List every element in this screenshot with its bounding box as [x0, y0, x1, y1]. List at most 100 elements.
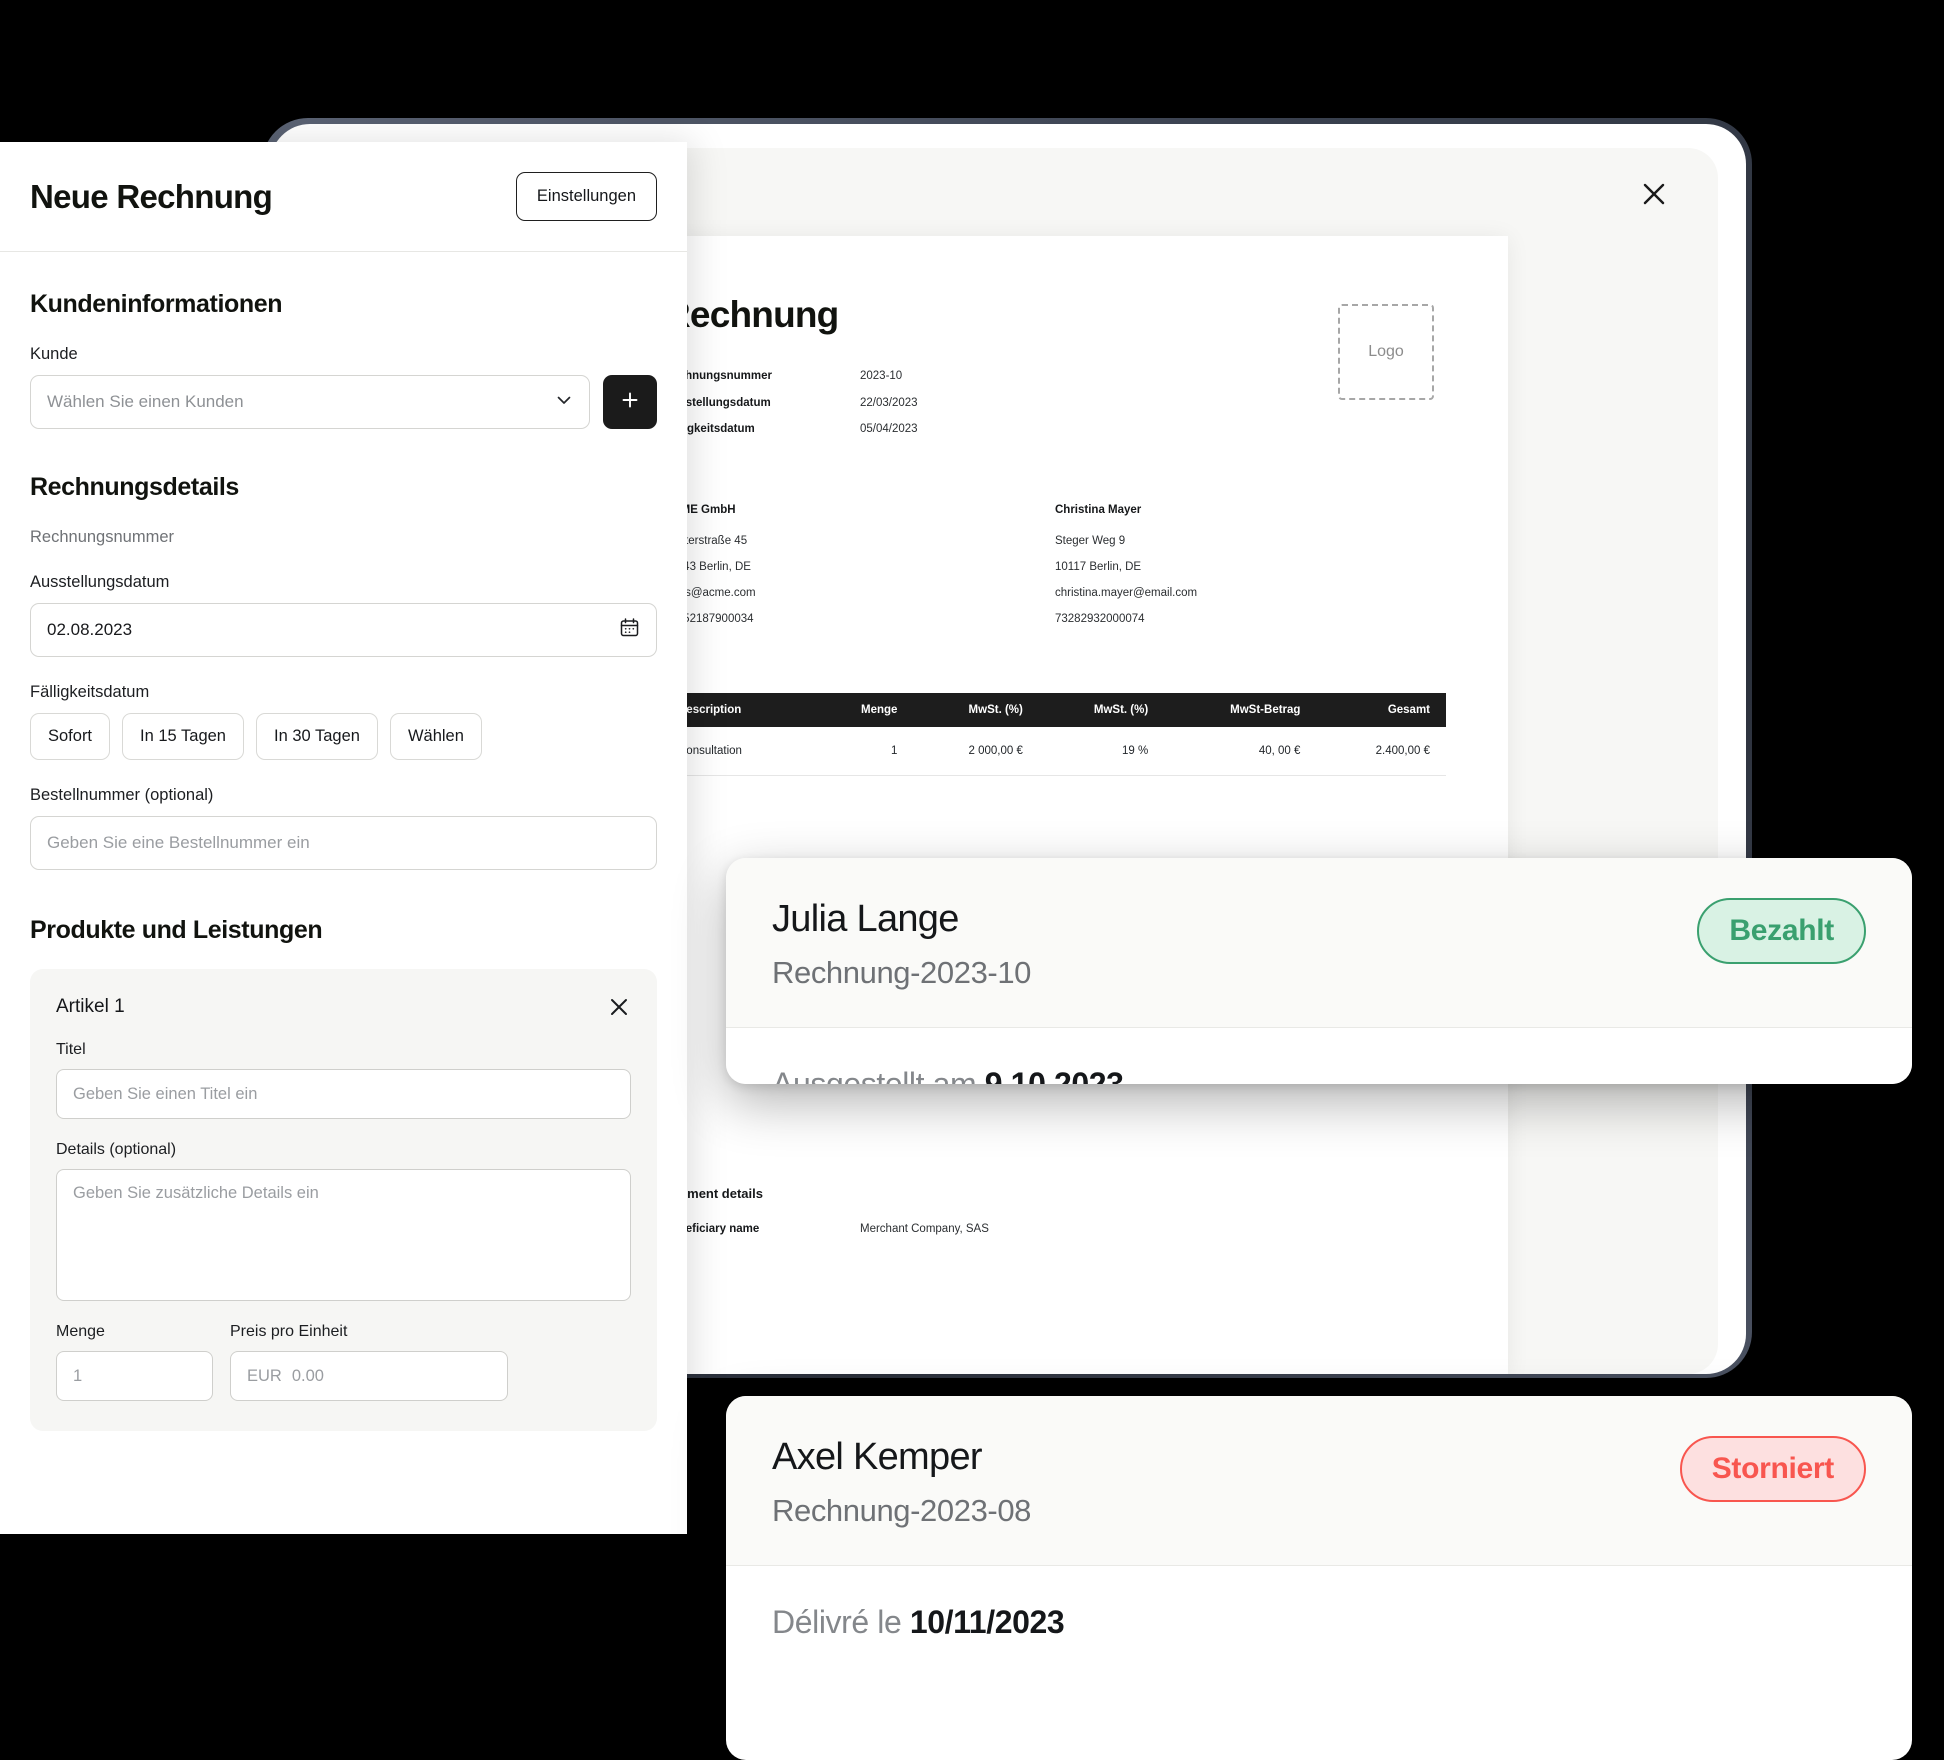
invoice-due-date-value: 05/04/2023: [860, 423, 918, 436]
sender-name: ACME GmbH: [664, 503, 736, 516]
settings-button[interactable]: Einstellungen: [515, 172, 657, 221]
order-number-placeholder: Geben Sie eine Bestellnummer ein: [47, 833, 310, 852]
plus-icon: [620, 390, 640, 415]
section-title-invoice-details: Rechnungsdetails: [30, 473, 239, 501]
unit-price-placeholder: 0.00: [291, 1366, 324, 1385]
invoice-number-value: 2023-10: [860, 370, 903, 382]
item-details-label: Details (optional): [56, 1141, 177, 1158]
sender-taxid: 36252187900034: [664, 612, 754, 625]
invoice-document: Rechnung Rechnungsnummer 2023-10 Ausstel…: [602, 236, 1508, 1374]
item-title-input[interactable]: Geben Sie einen Titel ein: [56, 1069, 631, 1119]
card-header: Julia Lange Rechnung-2023-10 Bezahlt: [726, 858, 1912, 1028]
unit-price-currency: EUR: [247, 1366, 282, 1385]
invoice-header: Rechnung Rechnungsnummer 2023-10 Ausstel…: [664, 294, 1446, 450]
customer-select-value: Wählen Sie einen Kunden: [47, 392, 244, 411]
chevron-down-icon: [555, 391, 573, 414]
invoice-reference: Rechnung-2023-08: [772, 1493, 1032, 1528]
card-header: Axel Kemper Rechnung-2023-08 Storniert: [726, 1396, 1912, 1566]
invoice-due-date-label: Fälligkeitsdatum: [664, 423, 755, 436]
due-date-option-sofort[interactable]: Sofort: [30, 713, 111, 760]
item-details-placeholder: Geben Sie zusätzliche Details ein: [73, 1184, 319, 1202]
table-header-row: Description Menge MwSt. (%) MwSt. (%) Mw…: [664, 692, 1446, 727]
recipient-email: christina.mayer@email.com: [1055, 586, 1198, 599]
invoice-reference: Rechnung-2023-10: [772, 955, 1032, 990]
cell-unitprice: 2 000,00 €: [907, 726, 1033, 776]
quantity-field: Menge 1: [56, 1323, 213, 1401]
col-vat-rate: MwSt. (%): [1032, 692, 1159, 727]
unit-price-input[interactable]: EUR 0.00: [230, 1351, 508, 1401]
line-item-title: Artikel 1: [56, 996, 125, 1017]
item-details-textarea[interactable]: Geben Sie zusätzliche Details ein: [56, 1169, 631, 1301]
unit-price-field: Preis pro Einheit EUR 0.00: [230, 1323, 508, 1401]
sender-email: sales@acme.com: [664, 586, 756, 599]
quantity-price-row: Menge 1 Preis pro Einheit EUR 0.00: [56, 1323, 631, 1401]
card-identity: Axel Kemper Rechnung-2023-08: [772, 1436, 1031, 1529]
invoice-line-items-table: Description Menge MwSt. (%) MwSt. (%) Mw…: [664, 692, 1446, 776]
invoice-number-label: Rechnungsnummer: [664, 370, 772, 382]
issue-date-input[interactable]: 02.08.2023: [30, 603, 657, 657]
close-icon[interactable]: [607, 995, 631, 1019]
issued-date-value: 10/11/2023: [909, 1604, 1065, 1640]
customer-name: Axel Kemper: [772, 1436, 983, 1478]
cell-quantity: 1: [812, 726, 908, 776]
sender-street: Lichterstraße 45: [664, 534, 748, 547]
invoice-meta-row: Fälligkeitsdatum 05/04/2023: [664, 423, 918, 436]
form-header: Neue Rechnung Einstellungen: [0, 142, 687, 252]
due-date-options: Sofort In 15 Tagen In 30 Tagen Wählen: [30, 713, 657, 760]
invoice-meta-row: Ausstellungsdatum 22/03/2023: [664, 397, 918, 410]
customer-name: Julia Lange: [772, 898, 959, 940]
issue-date-value: 02.08.2023: [47, 620, 133, 639]
sender-address: ACME GmbH Lichterstraße 45 10243 Berlin,…: [664, 504, 1055, 639]
invoice-summary-card[interactable]: Axel Kemper Rechnung-2023-08 Storniert D…: [726, 1396, 1912, 1760]
invoice-issue-date-label: Ausstellungsdatum: [664, 396, 771, 409]
issued-date-row: Ausgestellt am 9.10.2023: [772, 1066, 1866, 1084]
col-vat-amount: MwSt-Betrag: [1158, 692, 1311, 727]
customer-select-row: Wählen Sie einen Kunden: [30, 375, 657, 429]
invoice-meta: Rechnungsnummer 2023-10 Ausstellungsdatu…: [664, 370, 918, 436]
quantity-label: Menge: [56, 1323, 105, 1340]
line-item-header: Artikel 1: [56, 995, 631, 1019]
issued-date-value: 9.10.2023: [984, 1066, 1124, 1084]
due-date-option-15-days[interactable]: In 15 Tagen: [122, 713, 244, 760]
col-unitprice: MwSt. (%): [907, 692, 1033, 727]
status-badge: Bezahlt: [1697, 898, 1866, 964]
item-title-placeholder: Geben Sie einen Titel ein: [73, 1084, 258, 1103]
issued-date-row: Délivré le 10/11/2023: [772, 1604, 1866, 1641]
invoice-summary-card[interactable]: Julia Lange Rechnung-2023-10 Bezahlt Aus…: [726, 858, 1912, 1084]
customer-select[interactable]: Wählen Sie einen Kunden: [30, 375, 590, 429]
item-title-label: Titel: [56, 1041, 86, 1058]
cell-vat-amount: 40, 00 €: [1158, 726, 1311, 776]
beneficiary-name-value: Merchant Company, SAS: [860, 1222, 989, 1235]
invoice-title: Rechnung: [664, 294, 839, 335]
quantity-input[interactable]: 1: [56, 1351, 213, 1401]
issue-date-label: Ausstellungsdatum: [30, 573, 170, 591]
unit-price-label: Preis pro Einheit: [230, 1323, 348, 1340]
order-number-input[interactable]: Geben Sie eine Bestellnummer ein: [30, 816, 657, 870]
logo-placeholder[interactable]: Logo: [1338, 304, 1434, 400]
recipient-name: Christina Mayer: [1055, 503, 1142, 516]
recipient-city: 10117 Berlin, DE: [1055, 560, 1142, 573]
table-row: Consultation 1 2 000,00 € 19 % 40, 00 € …: [664, 726, 1446, 776]
customer-label: Kunde: [30, 345, 78, 363]
beneficiary-name-label: Beneficiary name: [664, 1222, 760, 1235]
recipient-taxid: 73282932000074: [1055, 612, 1145, 625]
card-identity: Julia Lange Rechnung-2023-10: [772, 898, 1031, 991]
card-body: Délivré le 10/11/2023: [726, 1566, 1912, 1641]
due-date-option-custom[interactable]: Wählen: [389, 713, 482, 760]
close-icon[interactable]: [1634, 174, 1674, 214]
issued-date-label: Délivré le: [772, 1604, 902, 1640]
col-quantity: Menge: [812, 692, 908, 727]
status-badge: Storniert: [1679, 1436, 1866, 1502]
sender-city: 10243 Berlin, DE: [664, 560, 751, 573]
form-body: Kundeninformationen Kunde Wählen Sie ein…: [0, 252, 687, 1431]
payment-details-row: Beneficiary name Merchant Company, SAS: [664, 1223, 1446, 1235]
due-date-option-30-days[interactable]: In 30 Tagen: [255, 713, 378, 760]
invoice-meta-row: Rechnungsnummer 2023-10: [664, 370, 918, 383]
add-customer-button[interactable]: [603, 375, 657, 429]
col-total: Gesamt: [1310, 692, 1446, 727]
cell-total: 2.400,00 €: [1310, 726, 1446, 776]
new-invoice-form-panel: Neue Rechnung Einstellungen Kundeninform…: [0, 142, 687, 1534]
recipient-street: Steger Weg 9: [1055, 534, 1126, 547]
quantity-placeholder: 1: [73, 1366, 83, 1385]
calendar-icon[interactable]: [619, 617, 640, 643]
